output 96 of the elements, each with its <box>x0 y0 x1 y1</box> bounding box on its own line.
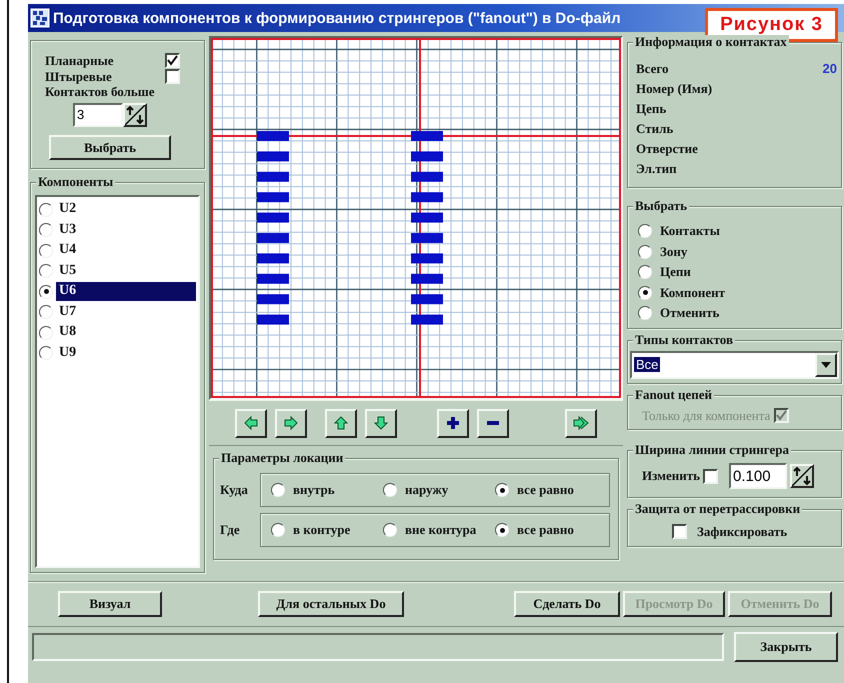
component-label[interactable]: U7 <box>56 302 196 322</box>
scroll-right-button[interactable] <box>275 408 307 438</box>
radio-button[interactable] <box>638 244 652 259</box>
checkbox[interactable] <box>672 524 687 540</box>
option-label: Зону <box>660 244 688 260</box>
info-label: Номер (Имя) <box>636 81 712 98</box>
option-label: Компонент <box>660 284 726 301</box>
group-title: Fanout цепей <box>633 388 714 400</box>
radio-button[interactable] <box>638 224 652 238</box>
radio-button[interactable] <box>39 264 53 278</box>
radio-button[interactable] <box>39 346 53 360</box>
option-label: вне контура <box>405 522 476 538</box>
dropdown-button[interactable] <box>815 352 837 376</box>
option-label: все равно <box>517 522 574 538</box>
component-label[interactable]: U6 <box>56 282 196 302</box>
component-label[interactable]: U2 <box>56 200 196 220</box>
info-label: Эл.тип <box>636 161 677 178</box>
info-value: 20 <box>822 61 837 78</box>
option-label: Контакты <box>660 223 720 240</box>
close-button[interactable]: Закрыть <box>734 632 838 662</box>
group-title: Ширина линии стрингера <box>633 443 791 456</box>
component-label[interactable]: U9 <box>56 344 196 363</box>
radio-button[interactable] <box>271 523 285 537</box>
scroll-up-button[interactable] <box>325 408 357 438</box>
group-title: Защита от перетрассировки <box>633 502 802 516</box>
left-arrow-icon <box>243 415 259 431</box>
option-label: Отменить <box>660 305 720 322</box>
group-title: Информация о контактах <box>633 35 789 48</box>
scroll-left-button[interactable] <box>235 408 267 438</box>
radio-button[interactable] <box>39 284 53 299</box>
radio-button[interactable] <box>383 483 397 497</box>
right-arrow-icon <box>283 415 299 431</box>
action-button[interactable]: Для остальных Do <box>258 591 404 617</box>
option-label: все равно <box>517 482 574 498</box>
radio-button[interactable] <box>638 286 652 300</box>
spin-button[interactable] <box>790 464 814 488</box>
group-title: Параметры локации <box>219 451 346 464</box>
radio-button[interactable] <box>495 523 509 537</box>
option-label: Планарные <box>45 53 114 69</box>
option-label: Только для компонента <box>642 408 770 424</box>
info-label: Отверстие <box>636 141 698 158</box>
spin-button[interactable] <box>123 102 147 127</box>
action-button[interactable]: Сделать Do <box>514 591 620 617</box>
info-label: Цепь <box>636 101 666 118</box>
plus-icon <box>445 415 461 431</box>
component-label[interactable]: U4 <box>56 241 196 260</box>
radio-button[interactable] <box>39 305 53 320</box>
option-label: в контуре <box>293 522 350 538</box>
radio-button[interactable] <box>39 244 53 258</box>
option-label: наружу <box>405 482 448 498</box>
option-label: внутрь <box>293 482 335 498</box>
component-label[interactable]: U5 <box>56 262 196 281</box>
action-button: Просмотр Do <box>623 591 725 617</box>
group-title: Выбрать <box>633 199 689 212</box>
app-icon <box>30 8 50 28</box>
row-label: Куда <box>220 482 249 498</box>
radio-button[interactable] <box>39 202 53 217</box>
option-label: Штыревые <box>45 68 112 84</box>
contact-type-dropdown[interactable]: Все <box>630 350 839 378</box>
action-button[interactable]: Визуал <box>58 591 162 617</box>
radio-button[interactable] <box>39 223 53 238</box>
component-label[interactable]: U8 <box>56 323 196 342</box>
radio-button[interactable] <box>638 265 652 280</box>
option-label: Изменить <box>642 468 700 484</box>
scroll-down-button[interactable] <box>365 408 397 438</box>
group-title: Типы контактов <box>633 332 735 346</box>
double-arrow-icon <box>573 415 589 431</box>
window-title: Подготовка компонентов к формированию стрингеров ("fanout") в Do-файл <box>53 10 621 26</box>
fit-button[interactable] <box>565 408 597 438</box>
info-label: Стиль <box>636 121 674 138</box>
dropdown-arrow-icon <box>821 362 831 368</box>
radio-button[interactable] <box>383 523 397 537</box>
option-label: Зафиксировать <box>697 524 788 540</box>
row-label: Где <box>220 522 241 538</box>
radio-button[interactable] <box>39 326 53 340</box>
radio-button[interactable] <box>495 483 509 497</box>
checkbox[interactable] <box>165 53 180 68</box>
zoom-in-button[interactable] <box>437 408 469 438</box>
zoom-out-button[interactable] <box>477 408 509 438</box>
up-arrow-icon <box>333 415 349 431</box>
checkbox[interactable] <box>703 468 718 484</box>
pin-count-field[interactable]: 3 <box>73 102 123 127</box>
info-label: Всего <box>636 61 668 78</box>
spin-arrows-icon <box>125 104 145 125</box>
component-label[interactable]: U3 <box>56 220 196 240</box>
action-button: Отменить Do <box>728 591 832 617</box>
select-button[interactable]: Выбрать <box>49 134 171 160</box>
radio-button[interactable] <box>271 483 285 497</box>
line-width-field[interactable]: 0.100 <box>729 463 788 490</box>
radio-button[interactable] <box>638 306 652 320</box>
spin-arrows-icon <box>792 466 812 486</box>
checkbox[interactable] <box>165 68 180 84</box>
option-label: Цепи <box>660 264 691 280</box>
field-label: Контактов больше <box>45 84 156 100</box>
group-title: Компоненты <box>36 175 116 188</box>
down-arrow-icon <box>373 415 389 431</box>
